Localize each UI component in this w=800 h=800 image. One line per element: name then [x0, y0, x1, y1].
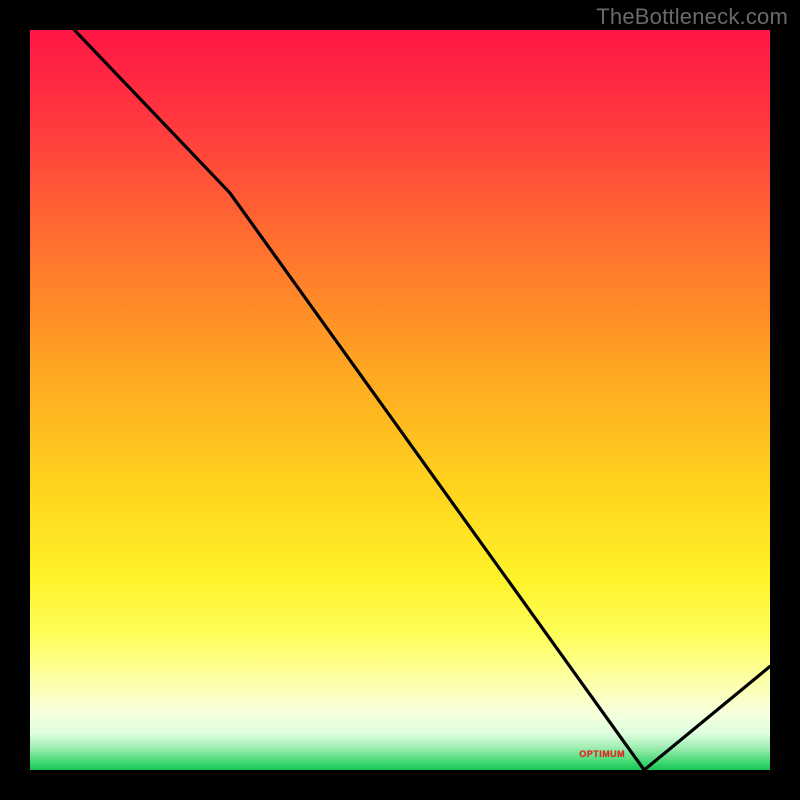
attribution-text: TheBottleneck.com: [596, 4, 788, 30]
optimum-marker-label: OPTIMUM: [579, 749, 625, 759]
chart-frame: TheBottleneck.com OPTIMUM: [0, 0, 800, 800]
bottleneck-curve: [30, 30, 770, 770]
plot-inner: OPTIMUM: [30, 30, 770, 770]
plot-area: OPTIMUM: [30, 30, 770, 770]
